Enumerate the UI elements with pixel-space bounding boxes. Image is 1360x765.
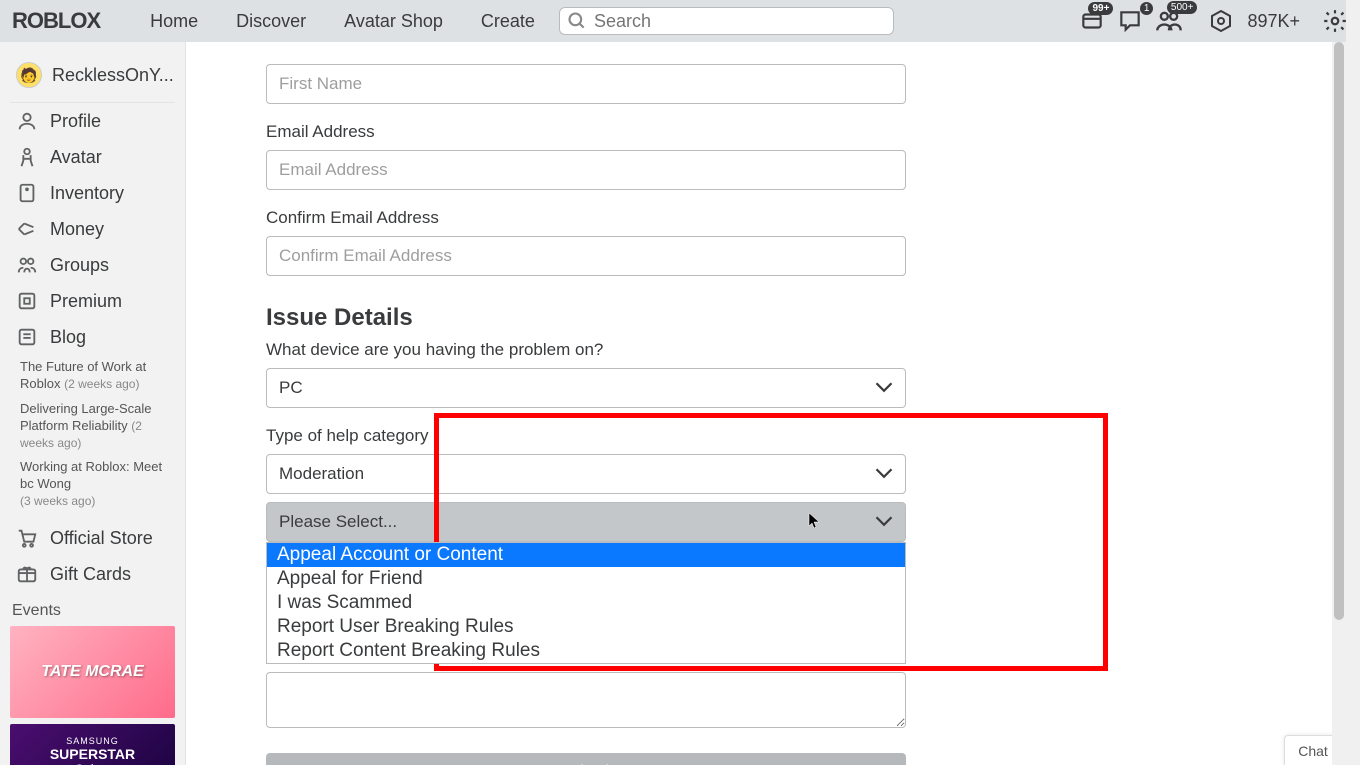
support-form: Email Address Confirm Email Address Issu… [266, 42, 906, 765]
event-2[interactable]: SAMSUNG SUPERSTAR Galaxy [10, 724, 175, 765]
settings-icon[interactable] [1322, 8, 1348, 34]
opt-appeal-account[interactable]: Appeal Account or Content [267, 543, 905, 567]
chevron-down-icon [875, 380, 893, 396]
category-select[interactable]: Moderation [266, 454, 906, 494]
header-right: 99+ 1 500+ 897K+ [1079, 7, 1348, 35]
confirm-email-label: Confirm Email Address [266, 208, 906, 228]
blog-post-0[interactable]: The Future of Work at Roblox (2 weeks ag… [10, 355, 185, 397]
scrollbar-thumb[interactable] [1334, 42, 1344, 620]
email-input[interactable] [266, 150, 906, 190]
events-heading: Events [10, 592, 185, 626]
username: RecklessOnY... [52, 65, 174, 86]
category-label: Type of help category [266, 426, 906, 446]
header: ROBLOX Home Discover Avatar Shop Create … [0, 0, 1360, 42]
subcategory-dropdown: Appeal Account or Content Appeal for Fri… [266, 542, 906, 664]
blog-post-1[interactable]: Delivering Large-Scale Platform Reliabil… [10, 397, 185, 456]
opt-report-user[interactable]: Report User Breaking Rules [267, 615, 905, 639]
robux-icon[interactable] [1209, 9, 1233, 33]
description-textarea[interactable] [266, 672, 906, 728]
nav-create[interactable]: Create [481, 11, 535, 32]
robux-count[interactable]: 897K+ [1247, 11, 1300, 32]
confirm-email-input[interactable] [266, 236, 906, 276]
sidebar-user[interactable]: 🧑 RecklessOnY... [10, 52, 175, 103]
blog-post-2[interactable]: Working at Roblox: Meet bc Wong (3 weeks… [10, 455, 185, 514]
sidebar: 🧑 RecklessOnY... Profile Avatar Inventor… [0, 42, 186, 765]
opt-scammed[interactable]: I was Scammed [267, 591, 905, 615]
main-content: Email Address Confirm Email Address Issu… [186, 42, 1360, 765]
messages-icon[interactable]: 1 [1117, 8, 1143, 34]
sidebar-profile[interactable]: Profile [10, 103, 185, 139]
sidebar-premium[interactable]: Premium [10, 283, 185, 319]
nav-avatar-shop[interactable]: Avatar Shop [344, 11, 443, 32]
sidebar-store[interactable]: Official Store [10, 520, 185, 556]
sidebar-inventory[interactable]: Inventory [10, 175, 185, 211]
friends-icon[interactable]: 500+ [1155, 7, 1183, 35]
opt-appeal-friend[interactable]: Appeal for Friend [267, 567, 905, 591]
content-scrollbar[interactable] [1332, 42, 1346, 765]
notifications-icon[interactable]: 99+ [1079, 8, 1105, 34]
email-label: Email Address [266, 122, 906, 142]
device-select[interactable]: PC [266, 368, 906, 408]
nav-home[interactable]: Home [150, 11, 198, 32]
cursor-icon [808, 512, 822, 533]
logo[interactable]: ROBLOX [12, 8, 100, 34]
submit-button[interactable]: Submit [266, 753, 906, 765]
chevron-down-icon [875, 466, 893, 482]
search-icon [567, 11, 587, 36]
sidebar-money[interactable]: Money [10, 211, 185, 247]
opt-report-content[interactable]: Report Content Breaking Rules [267, 639, 905, 663]
chevron-down-icon [875, 514, 893, 530]
window-scrollbar[interactable] [1346, 0, 1360, 765]
search-input[interactable] [559, 7, 894, 35]
notif-badge: 99+ [1088, 2, 1113, 15]
nav-discover[interactable]: Discover [236, 11, 306, 32]
friend-badge: 500+ [1167, 1, 1198, 14]
device-label: What device are you having the problem o… [266, 340, 906, 360]
first-name-input[interactable] [266, 64, 906, 104]
sidebar-avatar[interactable]: Avatar [10, 139, 185, 175]
sidebar-blog[interactable]: Blog [10, 319, 185, 355]
avatar: 🧑 [16, 62, 42, 88]
event-1[interactable]: TATE MCRAE [10, 626, 175, 718]
msg-badge-a: 1 [1140, 2, 1154, 15]
issue-details-heading: Issue Details [266, 304, 906, 332]
sidebar-groups[interactable]: Groups [10, 247, 185, 283]
sidebar-giftcards[interactable]: Gift Cards [10, 556, 185, 592]
nav-links: Home Discover Avatar Shop Create [150, 11, 535, 32]
search-wrap [559, 7, 894, 35]
